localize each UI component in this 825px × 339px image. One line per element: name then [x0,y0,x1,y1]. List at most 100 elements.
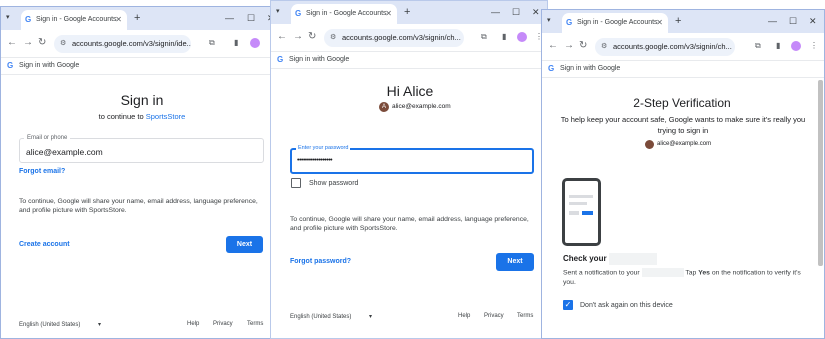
privacy-link[interactable]: Privacy [213,321,233,327]
disclaimer-text: To continue, Google will share your name… [19,198,258,214]
new-tab-button[interactable]: + [675,13,681,29]
phone-line-2 [569,202,587,205]
new-tab-button[interactable]: + [404,4,410,20]
notification-text: Sent a notification to your Tap Yes on t… [563,268,811,288]
profile-avatar-icon[interactable] [517,32,527,42]
tab-search-icon[interactable]: ▾ [547,14,551,28]
illustration [542,167,819,247]
url-text: accounts.google.com/v3/signin/ide... [72,39,191,48]
sidepanel-icon[interactable]: ▮ [234,37,238,49]
back-icon[interactable]: ← [7,36,17,50]
tab-search-icon[interactable]: ▾ [6,11,10,25]
tab-search-icon[interactable]: ▾ [276,5,280,19]
tab-close-icon[interactable]: ✕ [656,13,663,33]
check-phone-title: Check your [563,253,657,265]
profile-avatar-icon[interactable] [791,41,801,51]
help-link[interactable]: Help [458,313,470,319]
account-email: alice@example.com [657,141,712,147]
phone-button-no [569,211,579,215]
minimize-icon[interactable]: — [491,5,500,19]
phone-line-1 [569,195,593,198]
address-bar[interactable]: ⚙ accounts.google.com/v3/signin/ch... [595,38,735,56]
minimize-icon[interactable]: — [225,11,234,25]
maximize-icon[interactable]: ☐ [512,5,520,19]
scrollbar[interactable] [818,80,823,266]
tab-close-icon[interactable]: ✕ [115,10,122,30]
tab-strip: ▾ G Sign in - Google Accounts ✕ + — ☐ ✕ [1,7,281,30]
extensions-icon[interactable]: ⧉ [209,37,215,49]
tab-sign-in[interactable]: G Sign in - Google Accounts ✕ [291,4,397,24]
email-field[interactable]: Email or phone alice@example.com [19,135,264,163]
menu-icon[interactable]: ⋮ [810,40,818,52]
forward-icon[interactable]: → [23,36,33,50]
page-title: 2-Step Verification [633,96,731,110]
tab-sign-in[interactable]: G Sign in - Google Accounts ✕ [562,13,668,33]
dropdown-arrow-icon: ▾ [98,322,102,328]
sign-in-with-google-label: Sign in with Google [289,56,350,63]
google-logo-icon: G [7,61,14,70]
browser-window-1: ▾ G Sign in - Google Accounts ✕ + — ☐ ✕ … [0,6,282,339]
tab-strip: ▾ G Sign in - Google Accounts ✕ + — ☐ ✕ [271,1,547,24]
address-bar[interactable]: ⚙ accounts.google.com/v3/signin/ch... [324,29,464,47]
site-info-icon[interactable]: ⚙ [330,29,336,47]
terms-link[interactable]: Terms [247,321,263,327]
maximize-icon[interactable]: ☐ [789,14,797,28]
google-logo-icon: G [277,55,284,64]
browser-window-2: ▾ G Sign in - Google Accounts ✕ + — ☐ ✕ … [270,0,548,339]
tab-close-icon[interactable]: ✕ [385,4,392,24]
maximize-icon[interactable]: ☐ [247,11,255,25]
sidepanel-icon[interactable]: ▮ [502,31,506,43]
privacy-link[interactable]: Privacy [484,313,504,319]
site-info-icon[interactable]: ⚙ [60,35,66,53]
reload-icon[interactable]: ↻ [308,30,316,44]
google-logo-icon: G [548,64,555,73]
forward-icon[interactable]: → [293,30,303,44]
language-selector[interactable]: English (United States) ▾ [19,321,101,328]
forward-icon[interactable]: → [564,39,574,53]
site-info-icon[interactable]: ⚙ [601,38,607,56]
email-field-value: alice@example.com [26,147,103,157]
extensions-icon[interactable]: ⧉ [755,40,761,52]
tab-sign-in[interactable]: G Sign in - Google Accounts ✕ [21,10,127,30]
sidepanel-icon[interactable]: ▮ [776,40,780,52]
next-button[interactable]: Next [226,236,263,253]
reload-icon[interactable]: ↻ [38,36,46,50]
show-password-checkbox[interactable] [291,178,301,188]
page-title: Sign in [120,92,164,108]
browser-window-3: ▾ G Sign in - Google Accounts ✕ + — ☐ ✕ … [541,9,825,339]
extensions-icon[interactable]: ⧉ [481,31,487,43]
next-button[interactable]: Next [496,253,534,271]
help-link[interactable]: Help [187,321,199,327]
account-avatar-icon [645,140,654,149]
notif-yes: Yes [698,269,710,277]
sign-in-with-google-label: Sign in with Google [19,62,80,69]
minimize-icon[interactable]: — [768,14,777,28]
back-icon[interactable]: ← [548,39,558,53]
forgot-password-link[interactable]: Forgot password? [290,258,351,265]
dont-ask-checkbox[interactable]: ✓ [563,300,573,310]
language-selector[interactable]: English (United States) ▾ [290,313,372,320]
close-window-icon[interactable]: ✕ [809,14,817,28]
account-email: alice@example.com [392,103,451,110]
dont-ask-label: Don't ask again on this device [580,302,673,309]
account-avatar-icon: A [379,102,389,112]
page-subtitle: to continue to SportsStore [1,112,281,121]
close-window-icon[interactable]: ✕ [532,5,540,19]
new-tab-button[interactable]: + [134,10,140,26]
terms-link[interactable]: Terms [517,313,533,319]
profile-avatar-icon[interactable] [250,38,260,48]
page-description: To help keep your account safe, Google w… [560,115,806,135]
create-account-link[interactable]: Create account [19,241,70,248]
google-favicon-icon: G [25,15,32,24]
address-bar[interactable]: ⚙ accounts.google.com/v3/signin/ide... [54,35,191,53]
password-field-label: Enter your password [296,145,351,151]
password-field[interactable]: Enter your password •••••••••••••••••• [290,145,534,174]
app-name-link[interactable]: SportsStore [146,112,186,121]
notif-tap: Tap [685,269,697,277]
check-title-text: Check your [563,254,607,264]
forgot-email-link[interactable]: Forgot email? [19,168,65,175]
reload-icon[interactable]: ↻ [579,39,587,53]
phone-illustration-icon [562,178,601,246]
google-favicon-icon: G [295,9,302,18]
back-icon[interactable]: ← [277,30,287,44]
